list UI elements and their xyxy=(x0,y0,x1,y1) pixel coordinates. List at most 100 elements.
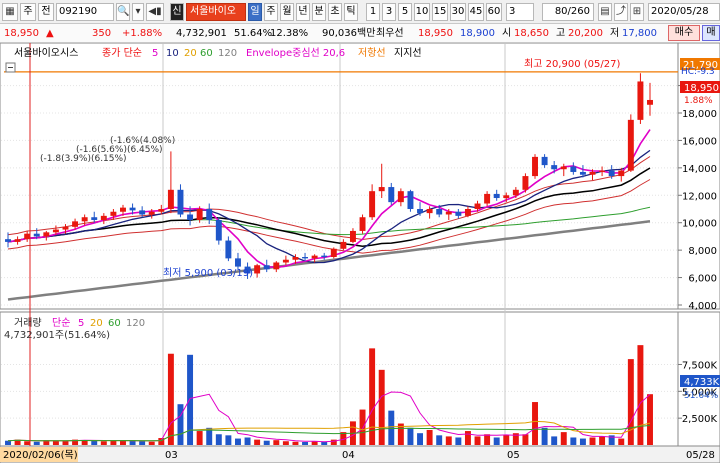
stock-code-input[interactable]: 092190 xyxy=(56,3,114,21)
period-minute[interactable]: 분 xyxy=(312,3,326,21)
minute-option-10[interactable]: 10 xyxy=(414,3,430,21)
candle-body xyxy=(397,191,404,203)
credit-badge: 신 xyxy=(170,3,184,21)
grid-icon[interactable]: ⊞ xyxy=(630,3,644,21)
volume-bar xyxy=(359,409,366,445)
export-icon[interactable]: ⤴ xyxy=(614,3,628,21)
volume-bar xyxy=(91,440,98,445)
volume-bar xyxy=(541,427,548,445)
legend-support: 지지선 xyxy=(394,47,422,59)
volume-legend-name: 거래량 xyxy=(14,317,42,329)
sell-button[interactable]: 매 xyxy=(702,25,720,41)
stock-chart[interactable]: 서울바이오시스 종가 단순 5 10 20 60 120 Envelope중심선… xyxy=(0,42,720,463)
minute-option-3[interactable]: 3 xyxy=(382,3,396,21)
open-label: 시 xyxy=(502,28,512,39)
candle-body xyxy=(503,195,510,199)
candle-body xyxy=(5,239,11,242)
candle-body xyxy=(349,230,356,242)
volume-bar xyxy=(311,441,318,445)
hc-label: HC:-9.3 xyxy=(681,67,715,77)
menu-icon[interactable]: ▦ xyxy=(2,3,18,21)
price-change: 350 xyxy=(92,28,112,39)
first-date-label: 2020/02/06(목) xyxy=(3,449,78,461)
period-week[interactable]: 주 xyxy=(264,3,278,21)
candle-body xyxy=(407,191,414,209)
legend-resistance: 저항선 xyxy=(358,47,386,59)
current-rate-label: 1.88% xyxy=(684,96,713,106)
legend-stock-name: 서울바이오시스 xyxy=(14,47,78,59)
volume-bar xyxy=(129,440,136,445)
turnover-rate: 51.64% xyxy=(234,28,273,39)
speaker-icon[interactable]: ◀▮ xyxy=(146,3,164,21)
volume-bar xyxy=(110,440,117,445)
price-tick-label: 16,000 xyxy=(682,136,717,147)
volume-value: 4,732,901 xyxy=(176,28,227,39)
volume-bar xyxy=(273,440,280,445)
minute-option-45[interactable]: 45 xyxy=(468,3,484,21)
period-year[interactable]: 년 xyxy=(296,3,310,21)
price-tick-label: 18,000 xyxy=(682,109,717,120)
period-tick[interactable]: 틱 xyxy=(344,3,358,21)
volume-bar xyxy=(618,438,625,445)
chart-toolbar: ▦ 주 전 092190 🔍 ▾ ◀▮ 신 서울바이오 일 주 월 년 분 초 … xyxy=(0,0,720,24)
legend-ma-prefix: 종가 단순 xyxy=(102,47,142,59)
date-axis-panel xyxy=(0,445,720,463)
search-icon[interactable]: 🔍 xyxy=(116,3,130,21)
minute-option-60[interactable]: 60 xyxy=(486,3,502,21)
legend-ma60: 60 xyxy=(200,48,213,59)
volume-bar xyxy=(445,436,452,445)
period-second[interactable]: 초 xyxy=(328,3,342,21)
volume-legend-ma120: 120 xyxy=(126,318,145,329)
candle-body xyxy=(599,170,606,172)
high-annotation: 최고 20,900 (05/27) xyxy=(524,58,620,70)
minute-option-5[interactable]: 5 xyxy=(398,3,412,21)
candle-body xyxy=(647,99,653,105)
value-ratio: 12.38% xyxy=(270,28,309,39)
candle-body xyxy=(579,171,586,175)
list-icon[interactable]: ▤ xyxy=(598,3,612,21)
volume-bar xyxy=(254,439,261,445)
volume-bar xyxy=(551,436,558,445)
prev-button[interactable]: 전 xyxy=(38,3,54,21)
volume-bar xyxy=(225,435,232,445)
candle-body xyxy=(484,193,491,204)
volume-legend-ma20: 20 xyxy=(90,318,103,329)
candle-body xyxy=(417,209,424,214)
volume-bar xyxy=(474,436,481,445)
candle-body xyxy=(512,189,519,196)
candle-body xyxy=(330,248,337,257)
low-annotation: 최저 5,900 (03/19) xyxy=(163,267,253,279)
minute-option-15[interactable]: 15 xyxy=(432,3,448,21)
candle-body xyxy=(148,211,155,215)
volume-bar xyxy=(407,427,414,445)
price-tick-label: 14,000 xyxy=(682,164,717,175)
period-month[interactable]: 월 xyxy=(280,3,294,21)
count-input[interactable]: 80/260 xyxy=(542,3,594,21)
candle-body xyxy=(445,211,452,215)
volume-bar xyxy=(196,431,203,445)
buy-button[interactable]: 매수 xyxy=(668,25,700,41)
price-panel[interactable] xyxy=(0,42,679,310)
interval-select[interactable]: 3 xyxy=(506,3,534,21)
volume-bar xyxy=(579,438,586,445)
market-selector[interactable]: 주 xyxy=(20,3,36,21)
candle-body xyxy=(474,203,481,209)
date-input[interactable]: 2020/05/28 xyxy=(648,3,720,21)
candle-body xyxy=(187,214,194,220)
volume-bar xyxy=(244,437,251,445)
volume-bar xyxy=(263,440,270,445)
candle-body xyxy=(139,210,146,215)
dropdown-icon[interactable]: ▾ xyxy=(132,3,144,21)
current-price: 18,950 xyxy=(4,28,39,39)
period-day[interactable]: 일 xyxy=(248,3,262,21)
volume-bar xyxy=(292,441,299,445)
minute-option-30[interactable]: 30 xyxy=(450,3,466,21)
volume-bar xyxy=(426,429,433,445)
volume-legend-value: 4,732,901주(51.64%) xyxy=(4,330,110,341)
minute-option-1[interactable]: 1 xyxy=(366,3,380,21)
candle-body xyxy=(167,189,174,209)
candle-body xyxy=(618,170,625,177)
candle-body xyxy=(378,187,385,192)
candle-body xyxy=(282,259,289,263)
chart-area: 서울바이오시스 종가 단순 5 10 20 60 120 Envelope중심선… xyxy=(0,42,720,463)
